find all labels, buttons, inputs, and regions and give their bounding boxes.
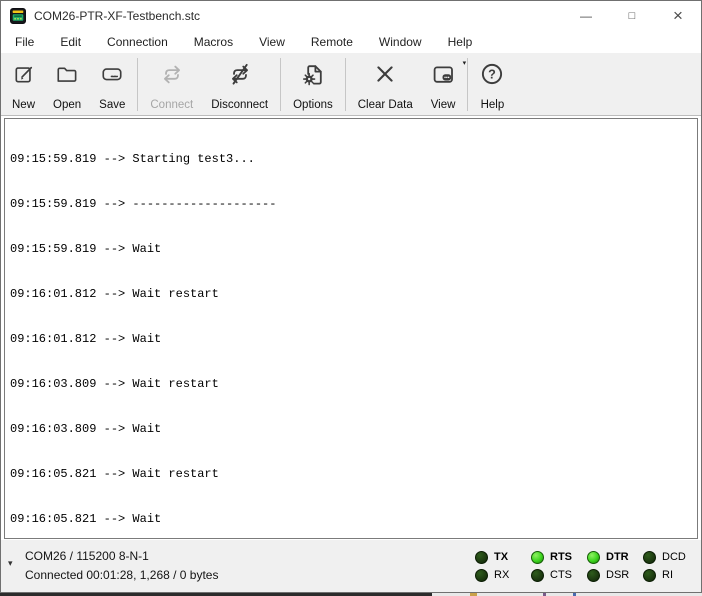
connection-stats: Connected 00:01:28, 1,268 / 0 bytes — [25, 566, 218, 585]
port-settings: COM26 / 115200 8-N-1 — [25, 547, 218, 566]
view-dropdown-icon[interactable]: ▾ — [463, 59, 467, 67]
toolbar-separator — [467, 58, 468, 111]
dcd-indicator: DCD — [643, 551, 691, 564]
clear-data-button[interactable]: Clear Data — [349, 56, 422, 113]
cts-label: CTS — [550, 569, 572, 581]
dtr-led-icon — [587, 551, 600, 564]
rts-indicator: RTS — [531, 551, 587, 564]
log-line: 09:16:01.812 --> Wait — [10, 332, 697, 347]
disconnect-arrows-icon — [228, 59, 252, 89]
new-icon — [13, 59, 35, 89]
tx-indicator: TX — [475, 551, 531, 564]
tx-label: TX — [494, 551, 508, 563]
log-line: 09:15:59.819 --> -------------------- — [10, 197, 697, 212]
open-label: Open — [53, 99, 81, 111]
dcd-led-icon — [643, 551, 656, 564]
help-button[interactable]: ? Help — [471, 56, 513, 113]
log-line: 09:15:59.819 --> Starting test3... — [10, 152, 697, 167]
new-button[interactable]: New — [3, 56, 44, 113]
menu-bar: File Edit Connection Macros View Remote … — [1, 31, 701, 53]
menu-item-connection[interactable]: Connection — [94, 31, 181, 53]
log-line: 09:16:03.809 --> Wait restart — [10, 377, 697, 392]
options-button[interactable]: Options — [284, 56, 342, 113]
connect-arrows-icon — [160, 59, 184, 89]
dcd-label: DCD — [662, 551, 686, 563]
help-question-icon: ? — [480, 59, 504, 89]
clear-data-label: Clear Data — [358, 99, 413, 111]
dtr-indicator: DTR — [587, 551, 643, 564]
view-window-icon: ▾ — [431, 59, 455, 89]
log-line: 09:16:03.809 --> Wait — [10, 422, 697, 437]
log-line: 09:16:01.812 --> Wait restart — [10, 287, 697, 302]
dsr-label: DSR — [606, 569, 629, 581]
menu-item-remote[interactable]: Remote — [298, 31, 366, 53]
help-label: Help — [481, 99, 505, 111]
maximize-button[interactable]: □ — [609, 1, 655, 31]
disconnect-label: Disconnect — [211, 99, 268, 111]
rts-label: RTS — [550, 551, 572, 563]
view-button[interactable]: ▾ View — [422, 56, 465, 113]
led-column: RTS CTS — [531, 551, 587, 582]
cts-led-icon — [531, 569, 544, 582]
ri-label: RI — [662, 569, 673, 581]
menu-item-macros[interactable]: Macros — [181, 31, 246, 53]
connect-label: Connect — [150, 99, 193, 111]
ri-led-icon — [643, 569, 656, 582]
clear-x-icon — [373, 59, 397, 89]
title-bar: COM26-PTR-XF-Testbench.stc — □ × — [1, 1, 701, 31]
log-output-area[interactable]: 09:15:59.819 --> Starting test3... 09:15… — [4, 118, 698, 539]
status-bar: ▾ COM26 / 115200 8-N-1 Connected 00:01:2… — [1, 540, 701, 592]
save-button[interactable]: Save — [90, 56, 134, 113]
led-column: DCD RI — [643, 551, 691, 582]
menu-item-edit[interactable]: Edit — [47, 31, 94, 53]
rx-label: RX — [494, 569, 509, 581]
led-column: TX RX — [475, 551, 531, 582]
menu-item-file[interactable]: File — [2, 31, 47, 53]
log-line: 09:16:05.821 --> Wait restart — [10, 467, 697, 482]
window-title: COM26-PTR-XF-Testbench.stc — [34, 9, 200, 23]
toolbar-separator — [280, 58, 281, 111]
toolbar: New Open Save — [1, 53, 701, 116]
toolbar-separator — [345, 58, 346, 111]
status-expand-icon[interactable]: ▾ — [8, 559, 13, 568]
log-line: 09:16:05.821 --> Wait — [10, 512, 697, 527]
app-window: COM26-PTR-XF-Testbench.stc — □ × File Ed… — [0, 0, 702, 593]
minimize-button[interactable]: — — [563, 1, 609, 31]
options-gear-page-icon — [301, 59, 325, 89]
disconnect-button[interactable]: Disconnect — [202, 56, 277, 113]
toolbar-separator — [137, 58, 138, 111]
dsr-indicator: DSR — [587, 569, 643, 582]
svg-text:?: ? — [489, 67, 497, 81]
led-column: DTR DSR — [587, 551, 643, 582]
new-label: New — [12, 99, 35, 111]
menu-item-window[interactable]: Window — [366, 31, 435, 53]
signal-indicators: TX RX RTS CTS DT — [475, 551, 691, 582]
rx-led-icon — [475, 569, 488, 582]
log-line: 09:15:59.819 --> Wait — [10, 242, 697, 257]
rts-led-icon — [531, 551, 544, 564]
close-button[interactable]: × — [655, 1, 701, 31]
connect-button: Connect — [141, 56, 202, 113]
dtr-label: DTR — [606, 551, 629, 563]
view-label: View — [431, 99, 456, 111]
app-icon — [10, 8, 26, 24]
options-label: Options — [293, 99, 333, 111]
tx-led-icon — [475, 551, 488, 564]
open-button[interactable]: Open — [44, 56, 90, 113]
rx-indicator: RX — [475, 569, 531, 582]
ri-indicator: RI — [643, 569, 691, 582]
window-controls: — □ × — [563, 1, 701, 31]
status-text: COM26 / 115200 8-N-1 Connected 00:01:28,… — [25, 547, 218, 585]
save-drive-icon — [100, 59, 124, 89]
cts-indicator: CTS — [531, 569, 587, 582]
menu-item-help[interactable]: Help — [435, 31, 486, 53]
menu-item-view[interactable]: View — [246, 31, 298, 53]
save-label: Save — [99, 99, 125, 111]
open-folder-icon — [55, 59, 79, 89]
dsr-led-icon — [587, 569, 600, 582]
